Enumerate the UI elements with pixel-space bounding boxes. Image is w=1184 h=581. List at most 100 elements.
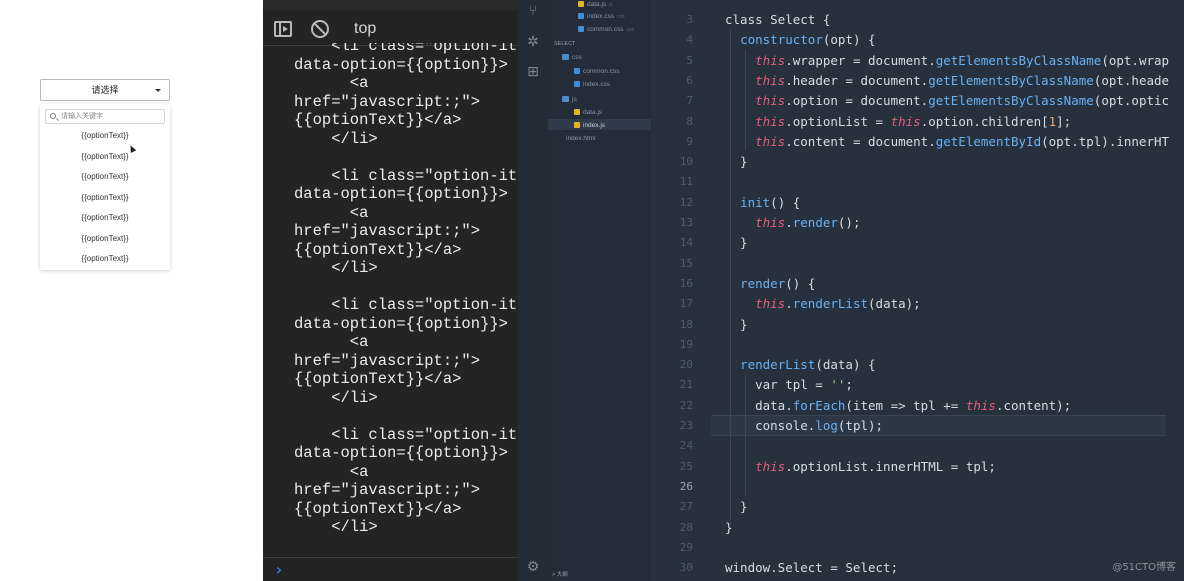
line-number: 24 xyxy=(679,439,693,453)
explorer-item-badge: css xyxy=(626,27,634,33)
option-item[interactable]: {{optionText}} xyxy=(40,252,170,266)
line-number: 19 xyxy=(679,337,693,351)
gear-icon[interactable]: ⚙ xyxy=(525,559,541,575)
line-number: 26 xyxy=(679,479,693,493)
css-file-icon xyxy=(578,26,584,32)
search-input[interactable]: 请输入关键字 xyxy=(45,109,165,124)
line-number: 3 xyxy=(686,13,693,26)
line-number-gutter: 3 4 5 6 7 8 9 10 11 12 13 14 15 16 17 18 19 20 21 22 23 24 25 2… xyxy=(651,0,701,581)
line-number: 9 xyxy=(686,134,693,148)
code-line: constructor(opt) { xyxy=(740,32,876,48)
line-number: 15 xyxy=(679,256,693,270)
dropdown-panel: 请输入关键字 {{optionText}} {{optionText}} {{opt… xyxy=(40,104,170,270)
explorer-item-label: index.css xyxy=(587,13,615,20)
code-line: this.optionList = this.option.children[1… xyxy=(755,113,1072,129)
console-input[interactable]: › xyxy=(263,557,518,581)
option-item[interactable]: {{optionText}} xyxy=(40,129,170,143)
explorer-item[interactable]: js xyxy=(562,95,577,104)
line-number: 20 xyxy=(679,358,693,372)
explorer-section[interactable]: SELECT xyxy=(554,40,575,49)
js-file-icon xyxy=(574,122,580,128)
explorer-item[interactable]: index.html xyxy=(566,134,596,143)
console-line: href="javascript:;"> xyxy=(294,222,481,240)
code-line: init() { xyxy=(740,194,801,210)
select-label: 请选择 xyxy=(91,85,119,95)
debug-icon[interactable]: ✲ xyxy=(525,34,541,50)
code-line: renderList(data) { xyxy=(740,357,876,373)
code-line: console.log(tpl); xyxy=(725,418,884,433)
code-line: } xyxy=(725,235,748,251)
console-line: </li> xyxy=(294,518,378,536)
console-line: <a xyxy=(294,333,369,351)
option-item[interactable]: {{optionText}} xyxy=(40,232,170,246)
option-item[interactable]: {{optionText}} xyxy=(40,170,170,184)
console-line: <a xyxy=(294,462,369,481)
folder-file-icon xyxy=(562,96,569,102)
search-icon xyxy=(50,113,56,119)
explorer-item[interactable]: index.css css xyxy=(578,12,625,22)
console-line: </li> xyxy=(294,259,378,277)
caret-down-icon xyxy=(155,89,161,92)
console-line: data-option={{option}}> xyxy=(294,55,508,74)
console-line: {{optionText}}</a> xyxy=(294,240,462,259)
code-line: this.wrapper = document.getElementsByCla… xyxy=(755,52,1170,68)
line-number: 7 xyxy=(686,94,693,108)
line-number: 30 xyxy=(679,561,693,575)
option-item[interactable]: {{optionText}} xyxy=(40,150,170,164)
extensions-icon[interactable]: ⊞ xyxy=(525,64,541,80)
console-line: <a xyxy=(294,203,369,222)
console-line: <li class="option-it xyxy=(294,296,518,314)
explorer-item-label: common.css xyxy=(583,68,620,75)
context-selector[interactable]: top xyxy=(354,20,376,38)
code-line: this.option = document.getElementsByClas… xyxy=(755,93,1170,109)
explorer-item[interactable]: css xyxy=(562,53,582,62)
explorer-item[interactable]: common.css css xyxy=(578,25,634,35)
explorer-item-label: index.js xyxy=(583,122,606,129)
line-number: 5 xyxy=(686,53,693,67)
sidebar-toggle-icon[interactable] xyxy=(274,21,292,37)
watermark: @51CTO博客 xyxy=(1112,562,1176,573)
console-line: href="javascript:;"> xyxy=(294,481,481,499)
line-number: 12 xyxy=(679,195,693,209)
console-line: {{optionText}}</a> xyxy=(294,111,462,129)
source-control-icon[interactable]: ⑂ xyxy=(525,3,541,19)
prompt-chevron-icon: › xyxy=(274,560,284,579)
console-line: <li class="option-it xyxy=(294,43,518,55)
explorer-section[interactable]: > 大纲 xyxy=(552,571,568,580)
code-line: var tpl = ''; xyxy=(725,377,853,393)
console-line: </li> xyxy=(294,388,378,407)
explorer-item[interactable]: index.css xyxy=(574,80,610,89)
line-number: 11 xyxy=(679,175,693,189)
code-area[interactable]: class Select { constructor(opt) { this.w… xyxy=(701,0,1184,581)
code-line: this.optionList.innerHTML = tpl; xyxy=(755,458,996,474)
explorer-item[interactable]: data.js js xyxy=(578,0,613,10)
css-file-icon xyxy=(578,13,584,19)
code-line: this.content = document.getElementById(o… xyxy=(755,133,1170,149)
select-dropdown-button[interactable]: 请选择 xyxy=(40,79,170,101)
explorer-item[interactable]: index.js xyxy=(574,121,605,130)
option-item[interactable]: {{optionText}} xyxy=(40,191,170,205)
line-number: 18 xyxy=(679,317,693,331)
code-line: } xyxy=(725,519,733,535)
code-line: class Select { xyxy=(725,12,831,27)
console-line: <a xyxy=(294,74,369,92)
clear-console-icon[interactable] xyxy=(311,20,329,38)
console-line: {{optionText}}</a> xyxy=(294,370,462,388)
explorer-item[interactable]: data.js xyxy=(574,108,602,117)
code-editor: ⑂ ✲ ⊞ ⚙ data.js js index.css css common.css c… xyxy=(518,0,1184,581)
explorer-item-badge: css xyxy=(617,14,625,20)
line-number: 4 xyxy=(686,33,693,47)
js-file-icon xyxy=(578,1,584,7)
code-line: render() { xyxy=(740,275,816,291)
css-file-icon xyxy=(574,68,580,74)
explorer-item[interactable]: common.css xyxy=(574,67,619,76)
code-line: data.forEach(item => tpl += this.content… xyxy=(725,397,1072,413)
line-number: 29 xyxy=(679,540,693,554)
console-line: data-option={{option}}> xyxy=(294,314,508,333)
js-file-icon xyxy=(574,109,580,115)
console-line: {{optionText}}</a> xyxy=(294,499,462,518)
activity-bar: ⑂ ✲ ⊞ ⚙ xyxy=(518,0,548,581)
option-item[interactable]: {{optionText}} xyxy=(40,211,170,225)
console-line: </li> xyxy=(294,129,378,148)
explorer-item-label: index.html xyxy=(566,135,596,142)
